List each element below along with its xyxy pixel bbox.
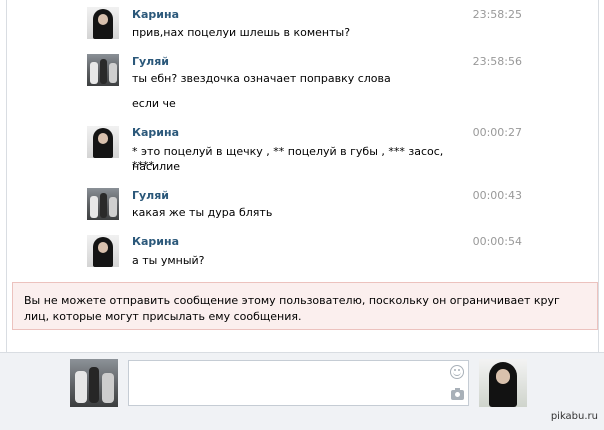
message-author[interactable]: Карина (132, 235, 179, 249)
message-author[interactable]: Карина (132, 8, 179, 22)
panel-left-border (6, 0, 7, 352)
restriction-notice: Вы не можете отправить сообщение этому п… (12, 282, 598, 330)
camera-icon[interactable] (451, 388, 464, 400)
message-time: 00:00:43 (472, 189, 522, 202)
watermark: pikabu.ru (550, 411, 598, 422)
message-author[interactable]: Гуляй (132, 189, 169, 203)
message-input[interactable] (128, 360, 469, 406)
smile-icon[interactable] (450, 365, 464, 379)
recipient-avatar[interactable] (70, 359, 118, 407)
message-author[interactable]: Карина (132, 126, 179, 140)
avatar-gulyai[interactable] (87, 188, 119, 220)
message-text: прив,нах поцелуи шлешь в коменты? (132, 26, 351, 39)
message-text: а ты умный? (132, 254, 205, 267)
message-time: 23:58:25 (472, 8, 522, 21)
message-time: 00:00:27 (472, 126, 522, 139)
avatar-karina[interactable] (87, 126, 119, 158)
message-text: какая же ты дура блять (132, 206, 273, 219)
avatar-karina[interactable] (87, 7, 119, 39)
own-avatar[interactable] (479, 359, 527, 407)
avatar-karina[interactable] (87, 235, 119, 267)
panel-right-border (598, 0, 599, 352)
avatar-gulyai[interactable] (87, 54, 119, 86)
message-author[interactable]: Гуляй (132, 55, 169, 69)
message-time: 23:58:56 (472, 55, 522, 68)
message-text: ты ебн? звездочка означает поправку слов… (132, 72, 391, 85)
message-text: если че (132, 97, 176, 110)
message-time: 00:00:54 (472, 235, 522, 248)
message-text: насилие (132, 160, 181, 173)
